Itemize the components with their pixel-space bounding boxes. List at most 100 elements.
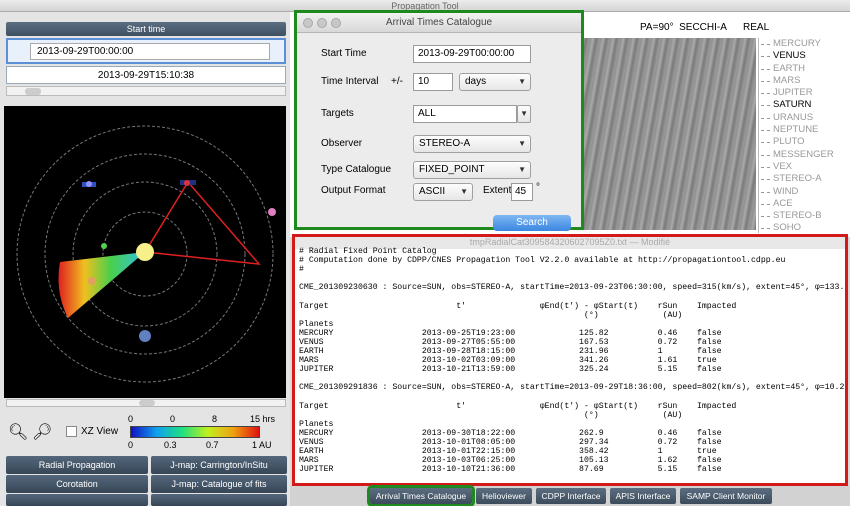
dialog-start-time-input[interactable]: 2013-09-29T00:00:00 [413, 45, 531, 63]
orbit-plot[interactable] [4, 106, 286, 398]
degree-label: ° [536, 182, 540, 193]
start-time-label: Start Time [321, 48, 367, 59]
chevron-down-icon: ▼ [518, 77, 526, 86]
tab-cdpp-interface[interactable]: CDPP Interface [536, 488, 606, 504]
type-catalogue-value: FIXED_POINT [419, 164, 485, 175]
output-format-value: ASCII [419, 186, 446, 197]
observer-label: Observer [321, 138, 363, 149]
planet-marker-2 [184, 180, 190, 186]
scale-top-label: 8 [212, 414, 218, 424]
plot-scrollbar[interactable] [6, 399, 286, 407]
extra-button-right[interactable] [151, 494, 287, 506]
extent-label: Extent [483, 185, 512, 196]
secchi-header: PA=90° SECCHI-A REAL [640, 22, 770, 33]
scale-top-label: 0 [128, 414, 134, 424]
legend-item[interactable]: SATURN [759, 99, 848, 111]
secchi-image[interactable] [580, 38, 756, 230]
catalog-text[interactable]: # Radial Fixed Point Catalog # Computati… [299, 247, 845, 483]
dialog-title: Arrival Times Catalogue [385, 17, 493, 28]
legend-item[interactable]: SOHO [759, 222, 848, 234]
observer-select[interactable]: STEREO-A ▼ [413, 135, 531, 153]
output-format-label: Output Format [321, 185, 386, 196]
radial-propagation-button[interactable]: Radial Propagation [6, 456, 148, 474]
legend-item[interactable]: STEREO-B [759, 210, 848, 222]
planet-marker [86, 181, 92, 187]
targets-dropdown[interactable]: ▼ [517, 105, 531, 123]
interval-unit-select[interactable]: days ▼ [459, 73, 531, 91]
jmap-catalogue-button[interactable]: J-map: Catalogue of fits [151, 475, 287, 493]
current-time-field[interactable]: 2013-09-29T15:10:38 [6, 66, 286, 84]
chevron-down-icon: ▼ [520, 109, 528, 118]
zoom-in-icon[interactable]: 🔎︎ [32, 422, 52, 442]
orbit-plot-svg [16, 125, 276, 383]
catalog-text-window: tmpRadialCat3095843206027095Z0.txt — Mod… [292, 234, 848, 486]
plusminus-label: +/- [391, 76, 403, 87]
legend-item[interactable]: MERCURY [759, 38, 848, 50]
tab-apis-interface[interactable]: APIS Interface [610, 488, 676, 504]
colorscale-top-labels: 0 0 8 15 hrs [124, 414, 284, 426]
interval-unit-value: days [465, 76, 487, 87]
extra-button-left[interactable] [6, 494, 148, 506]
time-slider[interactable] [6, 86, 286, 96]
targets-label: Targets [321, 108, 354, 119]
close-icon[interactable] [303, 18, 313, 28]
zoom-out-icon[interactable]: 🔍︎ [8, 422, 28, 442]
start-time-button[interactable]: Start time [6, 22, 286, 36]
legend-item[interactable]: MARS [759, 75, 848, 87]
chevron-down-icon: ▼ [518, 165, 526, 174]
chevron-down-icon: ▼ [460, 187, 468, 196]
time-slider-thumb[interactable] [25, 88, 41, 95]
colorscale-bottom-labels: 0 0.3 0.7 1 AU [124, 440, 284, 452]
start-time-field-frame: 2013-09-29T00:00:00 [6, 38, 286, 64]
earth-marker [139, 330, 151, 342]
corotation-button[interactable]: Corotation [6, 475, 148, 493]
time-interval-input[interactable]: 10 [413, 73, 453, 91]
legend-item[interactable]: URANUS [759, 112, 848, 124]
xz-view-label: XZ View [81, 426, 119, 437]
cme-fan [58, 252, 145, 318]
extent-input[interactable]: 45 [511, 183, 533, 201]
targets-input[interactable]: ALL [413, 105, 517, 123]
legend-item[interactable]: EARTH [759, 63, 848, 75]
output-format-select[interactable]: ASCII ▼ [413, 183, 473, 201]
legend-item[interactable]: ACE [759, 198, 848, 210]
scale-top-label: 15 hrs [250, 414, 276, 424]
legend-item[interactable]: NEPTUNE [759, 124, 848, 136]
jmap-carrington-button[interactable]: J-map: Carrington/InSitu [151, 456, 287, 474]
legend-item[interactable]: VEX [759, 161, 848, 173]
tab-samp-client-monitor[interactable]: SAMP Client Monitor [680, 488, 772, 504]
legend-item[interactable]: WIND [759, 186, 848, 198]
xz-view-checkbox[interactable] [66, 426, 77, 437]
scale-bottom-label: 0.3 [164, 440, 177, 450]
cme-outline [143, 180, 261, 265]
planet-marker-4 [268, 208, 276, 216]
legend-item[interactable]: VENUS [759, 50, 848, 62]
bottom-tab-bar: Arrival Times Catalogue Helioviewer CDPP… [290, 485, 850, 506]
search-button[interactable]: Search [493, 215, 571, 231]
chevron-down-icon: ▼ [518, 139, 526, 148]
targets-legend: MERCURY VENUS EARTH MARS JUPITER SATURN … [758, 38, 848, 233]
observer-value: STEREO-A [419, 138, 471, 149]
arrival-times-dialog: Arrival Times Catalogue Start Time 2013-… [294, 10, 584, 231]
minimize-icon[interactable] [317, 18, 327, 28]
scale-bottom-label: 0 [128, 440, 134, 450]
tab-helioviewer[interactable]: Helioviewer [476, 488, 532, 504]
type-catalogue-label: Type Catalogue [321, 164, 392, 175]
sun-icon [136, 243, 154, 261]
scale-top-label: 0 [170, 414, 176, 424]
colorscale-bar [130, 426, 260, 438]
legend-item[interactable]: MESSENGER [759, 149, 848, 161]
maximize-icon[interactable] [331, 18, 341, 28]
dialog-titlebar[interactable]: Arrival Times Catalogue [297, 13, 581, 33]
start-time-input[interactable]: 2013-09-29T00:00:00 [30, 43, 270, 60]
legend-item[interactable]: PLUTO [759, 136, 848, 148]
type-catalogue-select[interactable]: FIXED_POINT ▼ [413, 161, 531, 179]
legend-item[interactable]: STEREO-A [759, 173, 848, 185]
tab-arrival-times-catalogue[interactable]: Arrival Times Catalogue [367, 485, 475, 506]
planet-marker-3 [101, 243, 107, 249]
mars-marker [88, 277, 96, 285]
plot-scrollbar-thumb[interactable] [139, 400, 155, 406]
legend-item[interactable]: JUPITER [759, 87, 848, 99]
scale-bottom-label: 1 AU [252, 440, 272, 450]
time-interval-label: Time Interval [321, 76, 379, 87]
